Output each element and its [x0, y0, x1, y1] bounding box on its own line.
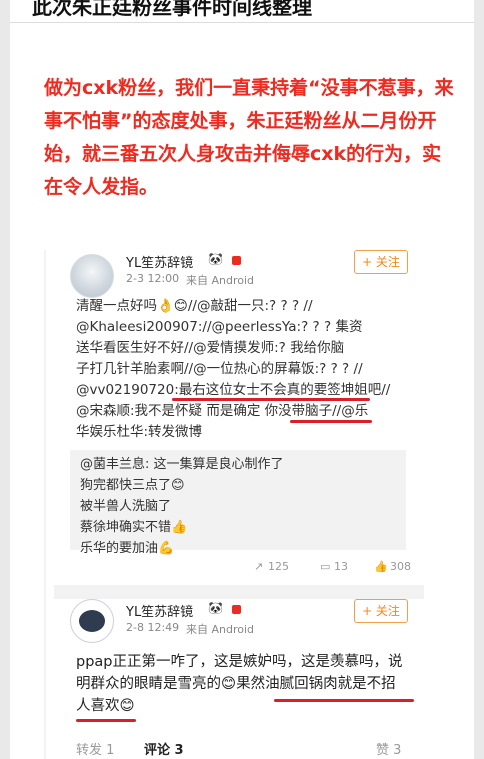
post-card-1: YL笙苏辞镜 🐼 2-3 12:00 来自 Android + 关注 清醒一点好… [54, 250, 424, 585]
panda-icon: 🐼 [208, 601, 223, 615]
reposted-content[interactable]: @菌丰兰息: 这一集算是良心制作了 狗完都快三点了😊 被半兽人洗脑了 蔡徐坤确实… [70, 450, 406, 556]
comment-tab[interactable]: 评论 3 [144, 739, 184, 758]
username[interactable]: YL笙苏辞镜 [126, 252, 193, 271]
follow-button[interactable]: + 关注 [354, 250, 408, 274]
statement-text: 做为cxk粉丝，我们一直秉持着“没事不惹事，来事不怕事”的态度处事，朱正廷粉丝从… [44, 77, 454, 198]
post-source: 来自 Android [186, 623, 255, 636]
post-actions: ↗ 125 ▭ 13 👍 308 [224, 560, 424, 578]
post-line: 子打几针羊胎素啊//@一位热心的屏幕饭:? ? ? // [76, 361, 363, 377]
repost-line: @菌丰兰息: 这一集算是良心制作了 [80, 457, 284, 472]
post-time: 2-3 12:00 [126, 272, 180, 285]
vip-badge-icon [232, 605, 241, 614]
repost-count[interactable]: 125 [268, 560, 289, 573]
repost-line: 被半兽人洗脑了 [80, 499, 172, 514]
highlight-underline [76, 719, 136, 722]
comment-count[interactable]: 13 [334, 560, 348, 573]
panda-icon: 🐼 [208, 252, 223, 266]
post-card-2: YL笙苏辞镜 🐼 2-8 12:49 来自 Android + 关注 ppap正… [54, 599, 424, 759]
follow-button[interactable]: + 关注 [354, 599, 408, 623]
repost-body: @菌丰兰息: 这一集算是良心制作了 狗完都快三点了😊 被半兽人洗脑了 蔡徐坤确实… [80, 454, 400, 559]
card-separator [54, 585, 424, 599]
repost-line: 狗完都快三点了😊 [80, 478, 185, 493]
page-title: 此次朱正廷粉丝事件时间线整理 [32, 0, 312, 19]
post-bottom-bar: 转发 1 评论 3 赞 3 [54, 737, 424, 759]
comment-icon[interactable]: ▭ [320, 560, 330, 573]
repost-line: 蔡徐坤确实不错👍 [80, 520, 188, 535]
avatar-face-icon [79, 610, 105, 632]
avatar[interactable] [70, 254, 114, 298]
highlight-underline [172, 398, 370, 401]
avatar[interactable] [70, 599, 114, 643]
post-source: 来自 Android [186, 274, 255, 287]
post-line: 清醒一点好吗👌😊//@敲甜一只:? ? ? // [76, 298, 313, 314]
like-icon[interactable]: 👍 [374, 560, 388, 573]
username[interactable]: YL笙苏辞镜 [126, 601, 193, 620]
post-line: @宋森顺:我不是怀疑 而是确定 你没带脑子//@乐 [76, 403, 369, 419]
repost-line: 乐华的要加油💪 [80, 541, 175, 556]
vip-badge-icon [232, 256, 241, 265]
repost-tab[interactable]: 转发 1 [76, 739, 114, 758]
like-tab[interactable]: 赞 3 [376, 739, 401, 758]
post-body: ppap正正第一咋了，这是嫉妒吗，这是羡慕吗，说 明群众的眼睛是雪亮的😊果然油腻… [76, 651, 416, 717]
post-time: 2-8 12:49 [126, 621, 180, 634]
post-line: 送华看医生好不好//@爱情摸发师:? 我给你脑 [76, 340, 345, 356]
post-line: ppap正正第一咋了，这是嫉妒吗，这是羡慕吗，说 [76, 654, 403, 670]
highlight-underline [274, 699, 414, 702]
like-count[interactable]: 308 [390, 560, 411, 573]
post-line: 明群众的眼睛是雪亮的😊果然油腻回锅肉就是不招 [76, 676, 396, 692]
post-line: @Khaleesi200907://@peerlessYa:? ? ? 集资 [76, 319, 363, 335]
repost-icon[interactable]: ↗ [254, 560, 263, 573]
title-divider [10, 22, 474, 23]
highlight-underline [290, 420, 372, 423]
embedded-screenshot: YL笙苏辞镜 🐼 2-3 12:00 来自 Android + 关注 清醒一点好… [54, 250, 424, 759]
screenshot-edge [44, 250, 46, 759]
post-line: 华娱乐杜华:转发微博 [76, 424, 203, 440]
